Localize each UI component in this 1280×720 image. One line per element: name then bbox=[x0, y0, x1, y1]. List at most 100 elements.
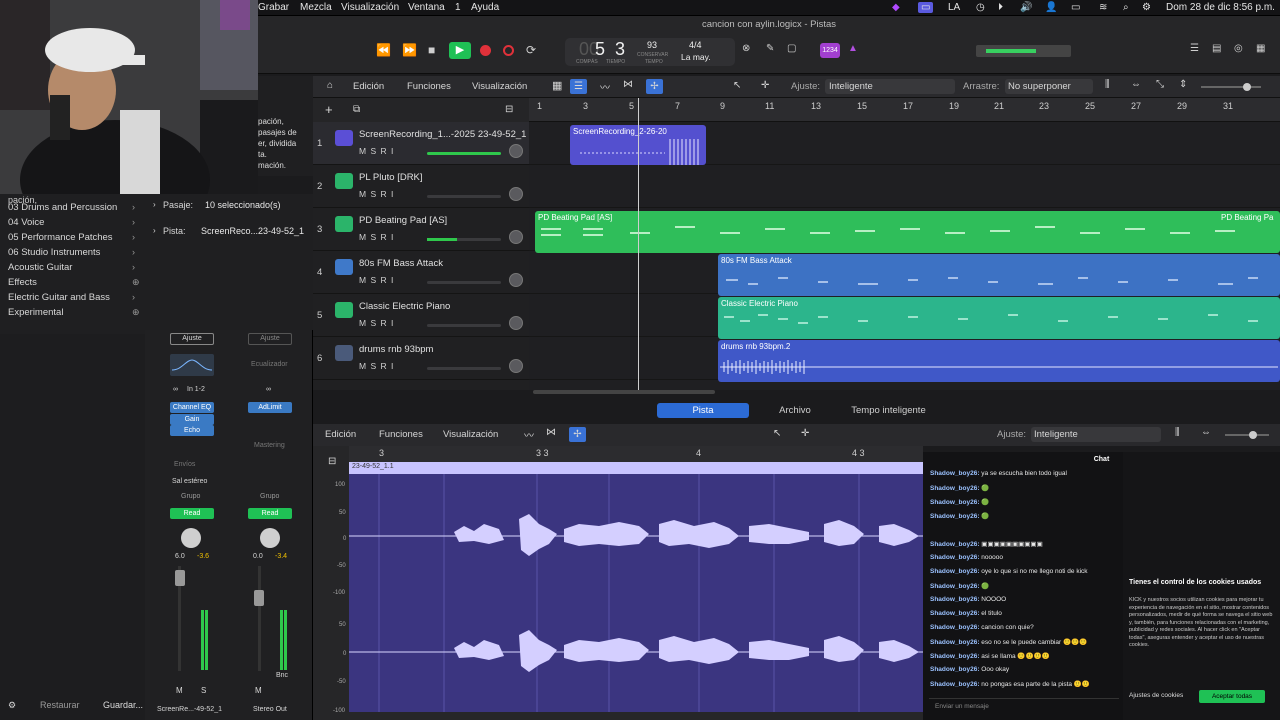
link-icon[interactable]: ∞ bbox=[173, 386, 178, 393]
disclosure-icon[interactable]: › bbox=[153, 200, 156, 209]
pencil-icon[interactable]: ✎ bbox=[766, 43, 774, 54]
clock[interactable]: Dom 28 de dic 8:56 p.m. bbox=[1166, 2, 1275, 13]
link-icon[interactable]: ∞ bbox=[266, 386, 271, 393]
library-item[interactable]: Acoustic Guitar bbox=[8, 262, 72, 273]
search-icon[interactable]: ⌕ bbox=[1123, 2, 1129, 13]
restore-button[interactable]: Restaurar bbox=[40, 700, 80, 710]
zoom-slider[interactable] bbox=[1225, 431, 1269, 439]
notepad-icon[interactable]: ▤ bbox=[1212, 43, 1221, 54]
library-item[interactable]: Experimental bbox=[8, 307, 63, 318]
collapse-icon[interactable]: ⤡ bbox=[1156, 79, 1164, 90]
lcd-display[interactable]: 00 5 3 COMPÁS TIEMPO 93 CONSERVAR TEMPO … bbox=[565, 38, 735, 66]
plugin-slot[interactable]: Echo bbox=[170, 425, 214, 436]
track-header[interactable]: 6 drums rnb 93bpm M S R I bbox=[313, 337, 529, 380]
volume-fader[interactable] bbox=[254, 590, 264, 606]
duplicate-track-icon[interactable]: ⧉ bbox=[353, 104, 360, 115]
grid-icon[interactable]: ▦ bbox=[552, 79, 562, 92]
screen-record-icon[interactable]: ▭ bbox=[918, 2, 934, 13]
track-buttons[interactable]: M S R I bbox=[359, 232, 394, 242]
logic-status-icon[interactable]: ◆ bbox=[892, 2, 900, 13]
input-source[interactable]: LA bbox=[948, 2, 960, 13]
record-button[interactable] bbox=[480, 45, 491, 56]
view-menu[interactable]: Visualización bbox=[443, 429, 498, 440]
pan-knob[interactable] bbox=[181, 528, 201, 548]
control-icon[interactable]: ◷ bbox=[976, 2, 985, 13]
tab-smart-tempo[interactable]: Tempo inteligente bbox=[841, 403, 936, 418]
automation-mode[interactable]: Read bbox=[170, 508, 214, 519]
playhead[interactable] bbox=[638, 98, 639, 390]
notes-icon[interactable]: ▢ bbox=[787, 43, 796, 54]
flex-icon[interactable]: ⋈ bbox=[546, 427, 556, 438]
replace-record-icon[interactable] bbox=[503, 45, 514, 56]
region-value[interactable]: 10 seleccionado(s) bbox=[205, 200, 281, 210]
input-slot[interactable]: In 1-2 bbox=[187, 386, 205, 393]
functions-menu[interactable]: Funciones bbox=[407, 81, 451, 92]
midi-region[interactable]: 80s FM Bass Attack bbox=[718, 254, 1280, 296]
catch-icon[interactable]: ✢ bbox=[646, 79, 663, 94]
control-center-icon[interactable]: ⚙ bbox=[1142, 2, 1151, 13]
menu-item[interactable]: 1 bbox=[455, 2, 461, 13]
volume-icon[interactable]: 🔊 bbox=[1020, 2, 1032, 13]
disclosure-icon[interactable]: › bbox=[153, 226, 156, 235]
track-name[interactable]: Classic Electric Piano bbox=[359, 301, 450, 312]
horizontal-scrollbar[interactable] bbox=[533, 390, 715, 394]
mute-button[interactable]: M bbox=[255, 686, 262, 695]
stop-icon[interactable]: ■ bbox=[428, 43, 435, 57]
track-pan-knob[interactable] bbox=[509, 144, 523, 158]
waveform-icon[interactable]: 〰 bbox=[600, 79, 610, 94]
zoom-slider[interactable] bbox=[1201, 83, 1261, 91]
waveform-region[interactable]: 23-49-52_1.1 bbox=[349, 462, 923, 712]
track-name[interactable]: PD Beating Pad [AS] bbox=[359, 215, 447, 226]
cookie-settings-button[interactable]: Ajustes de cookies bbox=[1129, 692, 1183, 699]
plugin-slot[interactable]: AdLimit bbox=[248, 402, 292, 413]
waveform-icon[interactable]: 〰 bbox=[524, 427, 534, 442]
track-pan-knob[interactable] bbox=[509, 316, 523, 330]
track-buttons[interactable]: M S R I bbox=[359, 189, 394, 199]
cycle-icon[interactable]: ⟳ bbox=[526, 43, 536, 57]
arrange-area[interactable]: ScreenRecording_2-26-20 PD Beating Pad [… bbox=[529, 98, 1280, 394]
library-item[interactable]: 04 Voice bbox=[8, 217, 44, 228]
back-icon[interactable]: ⌂ bbox=[327, 80, 333, 91]
track-name[interactable]: 80s FM Bass Attack bbox=[359, 258, 443, 269]
group-slot[interactable]: Grupo bbox=[181, 493, 200, 500]
track-volume-slider[interactable] bbox=[427, 324, 501, 327]
menu-item[interactable]: Mezcla bbox=[300, 2, 332, 13]
save-button[interactable]: Guardar... bbox=[103, 700, 143, 710]
track-volume-slider[interactable] bbox=[427, 367, 501, 370]
catch-icon[interactable]: ✢ bbox=[569, 427, 586, 442]
menu-item[interactable]: Ayuda bbox=[471, 2, 499, 13]
setting-button[interactable]: Ajuste bbox=[170, 333, 214, 345]
library-item[interactable]: 03 Drums and Percussion bbox=[8, 202, 117, 213]
tab-track[interactable]: Pista bbox=[657, 403, 749, 418]
automation-mode[interactable]: Read bbox=[248, 508, 292, 519]
track-header[interactable]: 3 PD Beating Pad [AS] M S R I bbox=[313, 208, 529, 251]
edit-menu[interactable]: Edición bbox=[353, 81, 384, 92]
library-item[interactable]: Electric Guitar and Bass bbox=[8, 292, 110, 303]
list-view-icon[interactable]: ☰ bbox=[570, 79, 587, 94]
tab-file[interactable]: Archivo bbox=[749, 403, 841, 418]
mute-button[interactable]: M bbox=[176, 686, 183, 695]
fit-icon[interactable]: ⇔ bbox=[1131, 79, 1141, 90]
settings-icon[interactable]: ⚙︎ bbox=[8, 700, 16, 711]
track-pan-knob[interactable] bbox=[509, 187, 523, 201]
menu-item[interactable]: Visualización bbox=[341, 2, 399, 13]
waveform-zoom-icon[interactable]: ⫼ bbox=[1175, 427, 1180, 438]
midi-region[interactable]: PD Beating Pad [AS] PD Beating Pa bbox=[535, 211, 1280, 253]
master-volume-slider[interactable] bbox=[976, 45, 1071, 57]
plugin-slot[interactable]: Channel EQ bbox=[170, 402, 214, 413]
browser-icon[interactable]: ▦ bbox=[1256, 43, 1265, 54]
track-volume-slider[interactable] bbox=[427, 238, 501, 241]
track-volume-slider[interactable] bbox=[427, 195, 501, 198]
track-pan-knob[interactable] bbox=[509, 273, 523, 287]
play-icon[interactable]: ⏵ bbox=[998, 2, 1003, 13]
track-label[interactable]: Pista: bbox=[163, 226, 186, 236]
view-menu[interactable]: Visualización bbox=[472, 81, 527, 92]
catch-icon[interactable]: ⊟ bbox=[328, 456, 336, 467]
track-buttons[interactable]: M S R I bbox=[359, 361, 394, 371]
metronome-icon[interactable]: ▲ bbox=[848, 43, 858, 54]
track-value[interactable]: ScreenReco...23-49-52_1 bbox=[201, 226, 304, 236]
snap-select[interactable]: Inteligente bbox=[1031, 427, 1161, 442]
eq-thumbnail[interactable] bbox=[170, 354, 214, 376]
track-pan-knob[interactable] bbox=[509, 359, 523, 373]
track-header[interactable]: 4 80s FM Bass Attack M S R I bbox=[313, 251, 529, 294]
